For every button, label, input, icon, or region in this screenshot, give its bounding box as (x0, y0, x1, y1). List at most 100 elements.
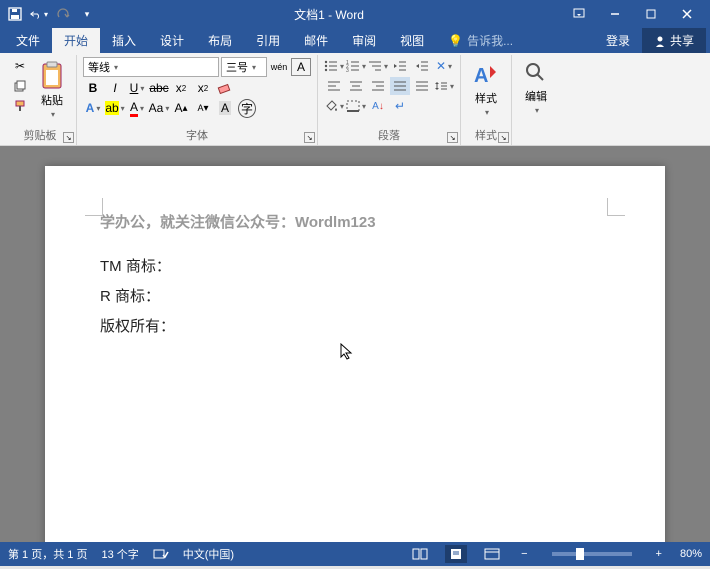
web-layout-button[interactable] (481, 545, 503, 563)
copy-button[interactable] (10, 77, 30, 95)
dialog-launcher-clipboard[interactable]: ↘ (63, 132, 74, 143)
strikethrough-button[interactable]: abc (149, 79, 169, 97)
qat-customize-icon[interactable]: ▾ (78, 5, 96, 23)
highlight-button[interactable]: ab▾ (105, 99, 125, 117)
spellcheck-icon[interactable] (153, 547, 169, 561)
align-center-button[interactable] (346, 77, 366, 95)
shrink-font-button[interactable]: A▾ (193, 99, 213, 117)
paste-button[interactable]: 粘贴 ▾ (34, 57, 70, 122)
tab-design[interactable]: 设计 (148, 28, 196, 53)
align-distribute-button[interactable] (412, 77, 432, 95)
read-mode-button[interactable] (409, 545, 431, 563)
sort-icon: A↓ (372, 101, 384, 112)
borders-button[interactable]: ▾ (346, 97, 366, 115)
bold-button[interactable]: B (83, 79, 103, 97)
char-shading-button[interactable]: A (215, 99, 235, 117)
share-button[interactable]: 共享 (642, 28, 706, 53)
window-controls (562, 4, 704, 24)
tab-view[interactable]: 视图 (388, 28, 436, 53)
subscript-button[interactable]: x2 (171, 79, 191, 97)
font-size-combo[interactable]: 三号▾ (221, 57, 267, 77)
underline-button[interactable]: U▾ (127, 79, 147, 97)
phonetic-guide-button[interactable]: wén (269, 58, 289, 76)
show-marks-button[interactable]: ↵ (390, 97, 410, 115)
ribbon-tabs: 文件 开始 插入 设计 布局 引用 邮件 审阅 视图 💡告诉我... 登录 共享 (0, 28, 710, 53)
tab-review[interactable]: 审阅 (340, 28, 388, 53)
close-icon[interactable] (670, 4, 704, 24)
language-indicator[interactable]: 中文(中国) (183, 546, 234, 562)
multilevel-list-button[interactable]: ▾ (368, 57, 388, 75)
italic-button[interactable]: I (105, 79, 125, 97)
login-link[interactable]: 登录 (594, 28, 642, 53)
undo-icon[interactable]: ▾ (30, 5, 48, 23)
title-bar: ▾ ▾ 文档1 - Word (0, 0, 710, 28)
ribbon-options-icon[interactable] (562, 4, 596, 24)
chevron-down-icon: ▾ (51, 110, 55, 119)
decrease-indent-button[interactable] (390, 57, 410, 75)
eraser-icon (217, 81, 233, 95)
sort-button[interactable]: A↓ (368, 97, 388, 115)
dialog-launcher-styles[interactable]: ↘ (498, 132, 509, 143)
zoom-out-button[interactable]: − (517, 548, 531, 560)
tab-home[interactable]: 开始 (52, 28, 100, 53)
font-name-combo[interactable]: 等线▾ (83, 57, 219, 77)
zoom-thumb[interactable] (576, 548, 584, 560)
tellme-search[interactable]: 💡告诉我... (436, 28, 525, 53)
char-border-button[interactable]: A (291, 58, 311, 76)
bullets-icon (324, 60, 338, 72)
body-line[interactable]: TM 商标： (100, 252, 610, 282)
tab-file[interactable]: 文件 (4, 28, 52, 53)
zoom-slider[interactable] (552, 552, 632, 556)
page-indicator[interactable]: 第 1 页，共 1 页 (8, 546, 87, 562)
header-text[interactable]: 学办公，就关注微信公众号：Wordlm123 (100, 211, 610, 232)
font-color-button[interactable]: A▾ (127, 99, 147, 117)
asian-layout-button[interactable]: ✕▾ (434, 57, 454, 75)
print-layout-button[interactable] (445, 545, 467, 563)
format-painter-button[interactable] (10, 97, 30, 115)
change-case-button[interactable]: Aa▾ (149, 99, 169, 117)
document-canvas[interactable]: 学办公，就关注微信公众号：Wordlm123 TM 商标： R 商标： 版权所有… (0, 146, 710, 542)
zoom-level[interactable]: 80% (680, 548, 702, 560)
align-right-button[interactable] (368, 77, 388, 95)
tab-references[interactable]: 引用 (244, 28, 292, 53)
redo-icon[interactable] (54, 5, 72, 23)
align-left-button[interactable] (324, 77, 344, 95)
shading-button[interactable]: ▾ (324, 97, 344, 115)
dialog-launcher-font[interactable]: ↘ (304, 132, 315, 143)
indent-icon (415, 60, 429, 72)
tab-insert[interactable]: 插入 (100, 28, 148, 53)
window-title: 文档1 - Word (96, 6, 562, 23)
body-line[interactable]: 版权所有： (100, 312, 610, 342)
search-icon (523, 60, 549, 86)
superscript-button[interactable]: x2 (193, 79, 213, 97)
grow-font-button[interactable]: A▴ (171, 99, 191, 117)
brush-icon (13, 99, 27, 113)
enclose-char-button[interactable]: 字 (237, 99, 257, 117)
text-effects-button[interactable]: A▾ (83, 99, 103, 117)
cut-button[interactable]: ✂ (10, 57, 30, 75)
align-justify-button[interactable] (390, 77, 410, 95)
clear-format-button[interactable] (215, 79, 235, 97)
dialog-launcher-paragraph[interactable]: ↘ (447, 132, 458, 143)
page[interactable]: 学办公，就关注微信公众号：Wordlm123 TM 商标： R 商标： 版权所有… (45, 166, 665, 542)
zoom-in-button[interactable]: + (652, 548, 666, 560)
tab-layout[interactable]: 布局 (196, 28, 244, 53)
chevron-down-icon: ▾ (252, 63, 256, 72)
styles-icon: A (472, 60, 500, 88)
line-spacing-icon (434, 80, 448, 92)
line-spacing-button[interactable]: ▾ (434, 77, 454, 95)
styles-button[interactable]: A 样式 ▾ (467, 57, 505, 120)
tab-mailings[interactable]: 邮件 (292, 28, 340, 53)
body-line[interactable]: R 商标： (100, 282, 610, 312)
group-label-clipboard: 剪贴板 (10, 125, 70, 145)
ribbon: ✂ 粘贴 ▾ 剪贴板 ↘ 等线▾ 三号▾ wén A (0, 53, 710, 146)
group-editing: 编辑 ▾ (512, 55, 560, 145)
numbering-button[interactable]: 123▾ (346, 57, 366, 75)
editing-button[interactable]: 编辑 ▾ (518, 57, 554, 118)
save-icon[interactable] (6, 5, 24, 23)
word-count[interactable]: 13 个字 (101, 546, 138, 562)
increase-indent-button[interactable] (412, 57, 432, 75)
minimize-icon[interactable] (598, 4, 632, 24)
bullets-button[interactable]: ▾ (324, 57, 344, 75)
maximize-icon[interactable] (634, 4, 668, 24)
